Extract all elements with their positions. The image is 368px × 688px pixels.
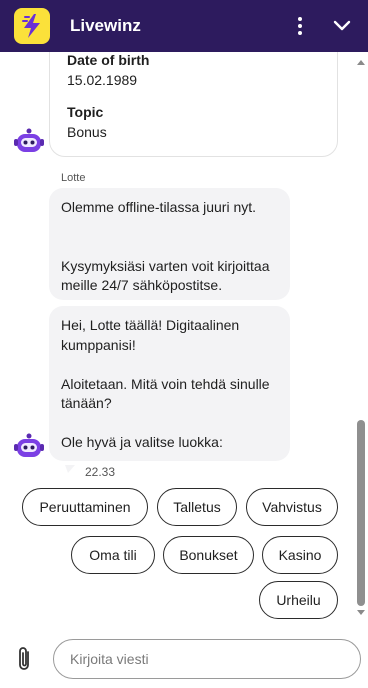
chat-header: Livewinz [0,0,368,52]
greeting-message-bubble: Hei, Lotte täällä! Digitaalinen kumppani… [49,306,290,461]
app-title: Livewinz [70,16,141,35]
quick-reply-peruuttaminen[interactable]: Peruuttaminen [22,488,148,526]
scroll-down-arrow-icon[interactable] [357,610,365,615]
topic-label: Topic [67,104,104,120]
form-summary-card: Date of birth 15.02.1989 Topic Bonus [49,52,338,157]
offline-message-text: Olemme offline-tilassa juuri nyt. Kysymy… [61,199,270,293]
paperclip-icon[interactable] [14,646,36,672]
quick-reply-talletus[interactable]: Talletus [157,488,237,526]
lightning-bolt-icon [14,8,50,44]
chat-scrollbar[interactable] [354,52,368,624]
scroll-up-arrow-icon[interactable] [357,60,365,65]
dob-label: Date of birth [67,52,150,68]
quick-reply-oma-tili[interactable]: Oma tili [71,536,155,574]
quick-reply-kasino[interactable]: Kasino [262,536,338,574]
bot-avatar-icon [14,128,44,154]
offline-message-bubble: Olemme offline-tilassa juuri nyt. Kysymy… [49,188,290,300]
quick-reply-vahvistus[interactable]: Vahvistus [246,488,338,526]
message-composer [0,624,368,688]
quick-reply-bonukset[interactable]: Bonukset [163,536,254,574]
greeting-message-text: Hei, Lotte täällä! Digitaalinen kumppani… [61,317,270,450]
chat-transcript[interactable]: Date of birth 15.02.1989 Topic Bonus Lot… [0,52,368,624]
bot-avatar-icon [14,433,44,459]
sender-name: Lotte [61,172,86,184]
chevron-down-icon[interactable] [328,12,356,40]
topic-value: Bonus [67,124,107,140]
quick-reply-urheilu[interactable]: Urheilu [259,581,338,619]
scrollbar-thumb[interactable] [357,420,365,606]
dob-value: 15.02.1989 [67,72,138,88]
message-timestamp: 22.33 [85,465,116,479]
bubble-tail-icon [65,462,75,473]
message-input[interactable] [53,639,361,679]
kebab-menu-icon[interactable] [286,12,314,40]
